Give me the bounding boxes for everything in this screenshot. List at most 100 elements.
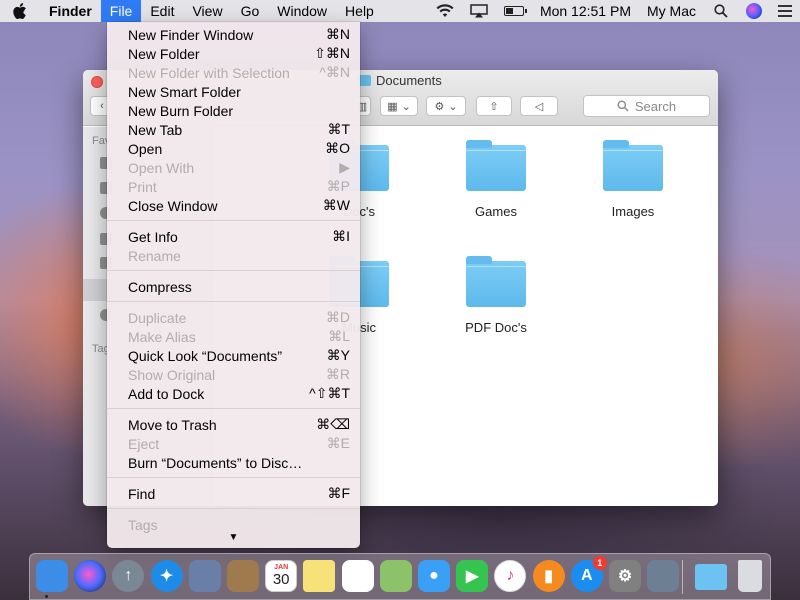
menu-item-label: Eject <box>128 435 160 452</box>
menu-separator <box>107 508 360 509</box>
ibooks-icon[interactable]: ▮ <box>532 560 565 592</box>
menu-item-move-to-trash[interactable]: Move to Trash ⌘⌫ <box>107 415 360 434</box>
folder-item[interactable]: PDF Doc's <box>441 256 551 335</box>
menu-item-label: Get Info <box>128 228 178 245</box>
menu-item-label: Open <box>128 140 163 157</box>
folder-name: PDF Doc's <box>465 320 527 335</box>
menu-item-shortcut: ⌘F <box>327 485 350 501</box>
menu-item-label: Compress <box>128 278 192 295</box>
grid-icon: ▦ <box>387 100 398 113</box>
downloads-folder-icon[interactable] <box>695 564 728 590</box>
folder-item[interactable]: Games <box>441 140 551 219</box>
action-button[interactable]: ⚙ ⌄ <box>426 96 466 116</box>
menu-separator <box>107 270 360 271</box>
siri-menu-icon[interactable] <box>746 3 762 19</box>
share-button[interactable]: ⇧ <box>476 96 512 116</box>
menu-item-label: Tags <box>128 516 158 533</box>
mail-icon[interactable] <box>188 560 221 592</box>
menu-item-label: Move to Trash <box>128 416 217 433</box>
notification-badge: 1 <box>592 556 607 570</box>
app-store-icon[interactable]: A1 <box>570 556 607 592</box>
folder-icon <box>603 140 663 191</box>
menu-item-label: Rename <box>128 247 181 264</box>
finder-icon[interactable] <box>36 560 68 592</box>
share-icon: ⇧ <box>489 100 499 113</box>
reminders-icon[interactable] <box>341 560 374 592</box>
wifi-icon[interactable] <box>436 4 454 18</box>
calendar-icon[interactable]: JAN 30 <box>265 560 298 592</box>
menu-item-label: Open With <box>128 159 195 176</box>
safari-icon[interactable]: ✦ <box>150 560 183 592</box>
menu-item-shortcut: ⌘L <box>328 328 350 344</box>
menu-item-label: New Burn Folder <box>128 102 234 119</box>
menu-item-new-finder-window[interactable]: New Finder Window ⌘N <box>107 25 360 44</box>
maps-icon[interactable] <box>379 560 412 592</box>
airplay-icon[interactable] <box>470 4 488 18</box>
menu-item-burn-documents-to-disc[interactable]: Burn “Documents” to Disc… <box>107 453 360 472</box>
menu-item-show-original: Show Original ⌘R <box>107 365 360 384</box>
menu-item-add-to-dock[interactable]: Add to Dock ^⇧⌘T <box>107 384 360 403</box>
menu-separator <box>107 220 360 221</box>
contacts-icon[interactable] <box>227 560 259 592</box>
menu-view[interactable]: View <box>183 0 231 22</box>
search-field[interactable]: Search <box>583 95 710 117</box>
menu-item-label: Find <box>128 485 156 502</box>
search-placeholder: Search <box>634 98 677 114</box>
menu-item-label: Burn “Documents” to Disc… <box>128 454 303 471</box>
status-area: Mon 12:51 PM My Mac <box>428 0 800 22</box>
facetime-icon[interactable]: ▶ <box>456 560 489 592</box>
launchpad-icon[interactable]: ↑ <box>112 560 145 592</box>
messages-icon[interactable]: ● <box>418 560 450 592</box>
menu-item-shortcut: ⌘P <box>326 178 350 194</box>
trash-icon[interactable] <box>737 560 762 592</box>
menu-item-new-tab[interactable]: New Tab ⌘T <box>107 120 360 139</box>
menu-item-shortcut: ⌘E <box>326 435 350 451</box>
menu-item-find[interactable]: Find ⌘F <box>107 484 360 503</box>
menu-item-new-smart-folder[interactable]: New Smart Folder <box>107 82 360 101</box>
menu-file[interactable]: File <box>100 0 142 22</box>
window-title: Documents <box>357 73 442 88</box>
menu-item-shortcut: ⌘Y <box>326 347 350 363</box>
menu-item-close-window[interactable]: Close Window ⌘W <box>107 196 360 215</box>
menu-bar: Finder File Edit View Go Window Help Mon… <box>0 0 800 22</box>
spotlight-search-icon[interactable] <box>712 4 730 18</box>
folder-name: Images <box>611 204 655 219</box>
menu-separator <box>107 408 360 409</box>
notes-icon[interactable] <box>303 560 336 592</box>
clock[interactable]: Mon 12:51 PM <box>540 3 631 19</box>
close-window-button[interactable] <box>91 76 103 88</box>
window-title-text: Documents <box>376 73 442 88</box>
menu-edit[interactable]: Edit <box>141 0 183 22</box>
menu-item-shortcut: ▶ <box>339 159 350 175</box>
user-name[interactable]: My Mac <box>647 3 696 19</box>
menu-item-compress[interactable]: Compress <box>107 277 360 296</box>
apple-menu-icon[interactable] <box>0 3 40 19</box>
dock-divider <box>682 560 683 594</box>
menu-item-open[interactable]: Open ⌘O <box>107 139 360 158</box>
battery-icon[interactable] <box>503 6 527 16</box>
preview-icon[interactable] <box>647 560 680 592</box>
notification-center-icon[interactable] <box>778 5 792 17</box>
system-preferences-icon[interactable]: ⚙ <box>609 560 641 592</box>
menu-item-new-burn-folder[interactable]: New Burn Folder <box>107 101 360 120</box>
menu-item-shortcut: ⌘R <box>325 366 350 382</box>
menu-item-shortcut: ⌘N <box>325 26 350 42</box>
folder-item[interactable]: Images <box>578 140 688 219</box>
arrange-button[interactable]: ▦ ⌄ <box>380 96 418 116</box>
menu-window[interactable]: Window <box>268 0 336 22</box>
menu-item-quick-look-documents[interactable]: Quick Look “Documents” ⌘Y <box>107 346 360 365</box>
menu-item-shortcut: ⌘D <box>325 309 350 325</box>
menu-item-new-folder[interactable]: New Folder ⇧⌘N <box>107 44 360 63</box>
scroll-down-arrow-icon[interactable]: ▼ <box>107 532 360 543</box>
menu-help[interactable]: Help <box>336 0 383 22</box>
menu-item-new-folder-with-selection: New Folder with Selection ^⌘N <box>107 63 360 82</box>
menu-item-get-info[interactable]: Get Info ⌘I <box>107 227 360 246</box>
menu-go[interactable]: Go <box>232 0 269 22</box>
tags-button[interactable]: ◁ <box>520 96 558 116</box>
folder-name: Games <box>475 204 517 219</box>
menu-item-label: New Tab <box>128 121 183 138</box>
itunes-icon[interactable]: ♪ <box>494 560 527 592</box>
menu-app-name[interactable]: Finder <box>40 0 101 22</box>
gear-icon: ⚙ <box>434 100 445 113</box>
siri-icon[interactable] <box>74 560 107 592</box>
